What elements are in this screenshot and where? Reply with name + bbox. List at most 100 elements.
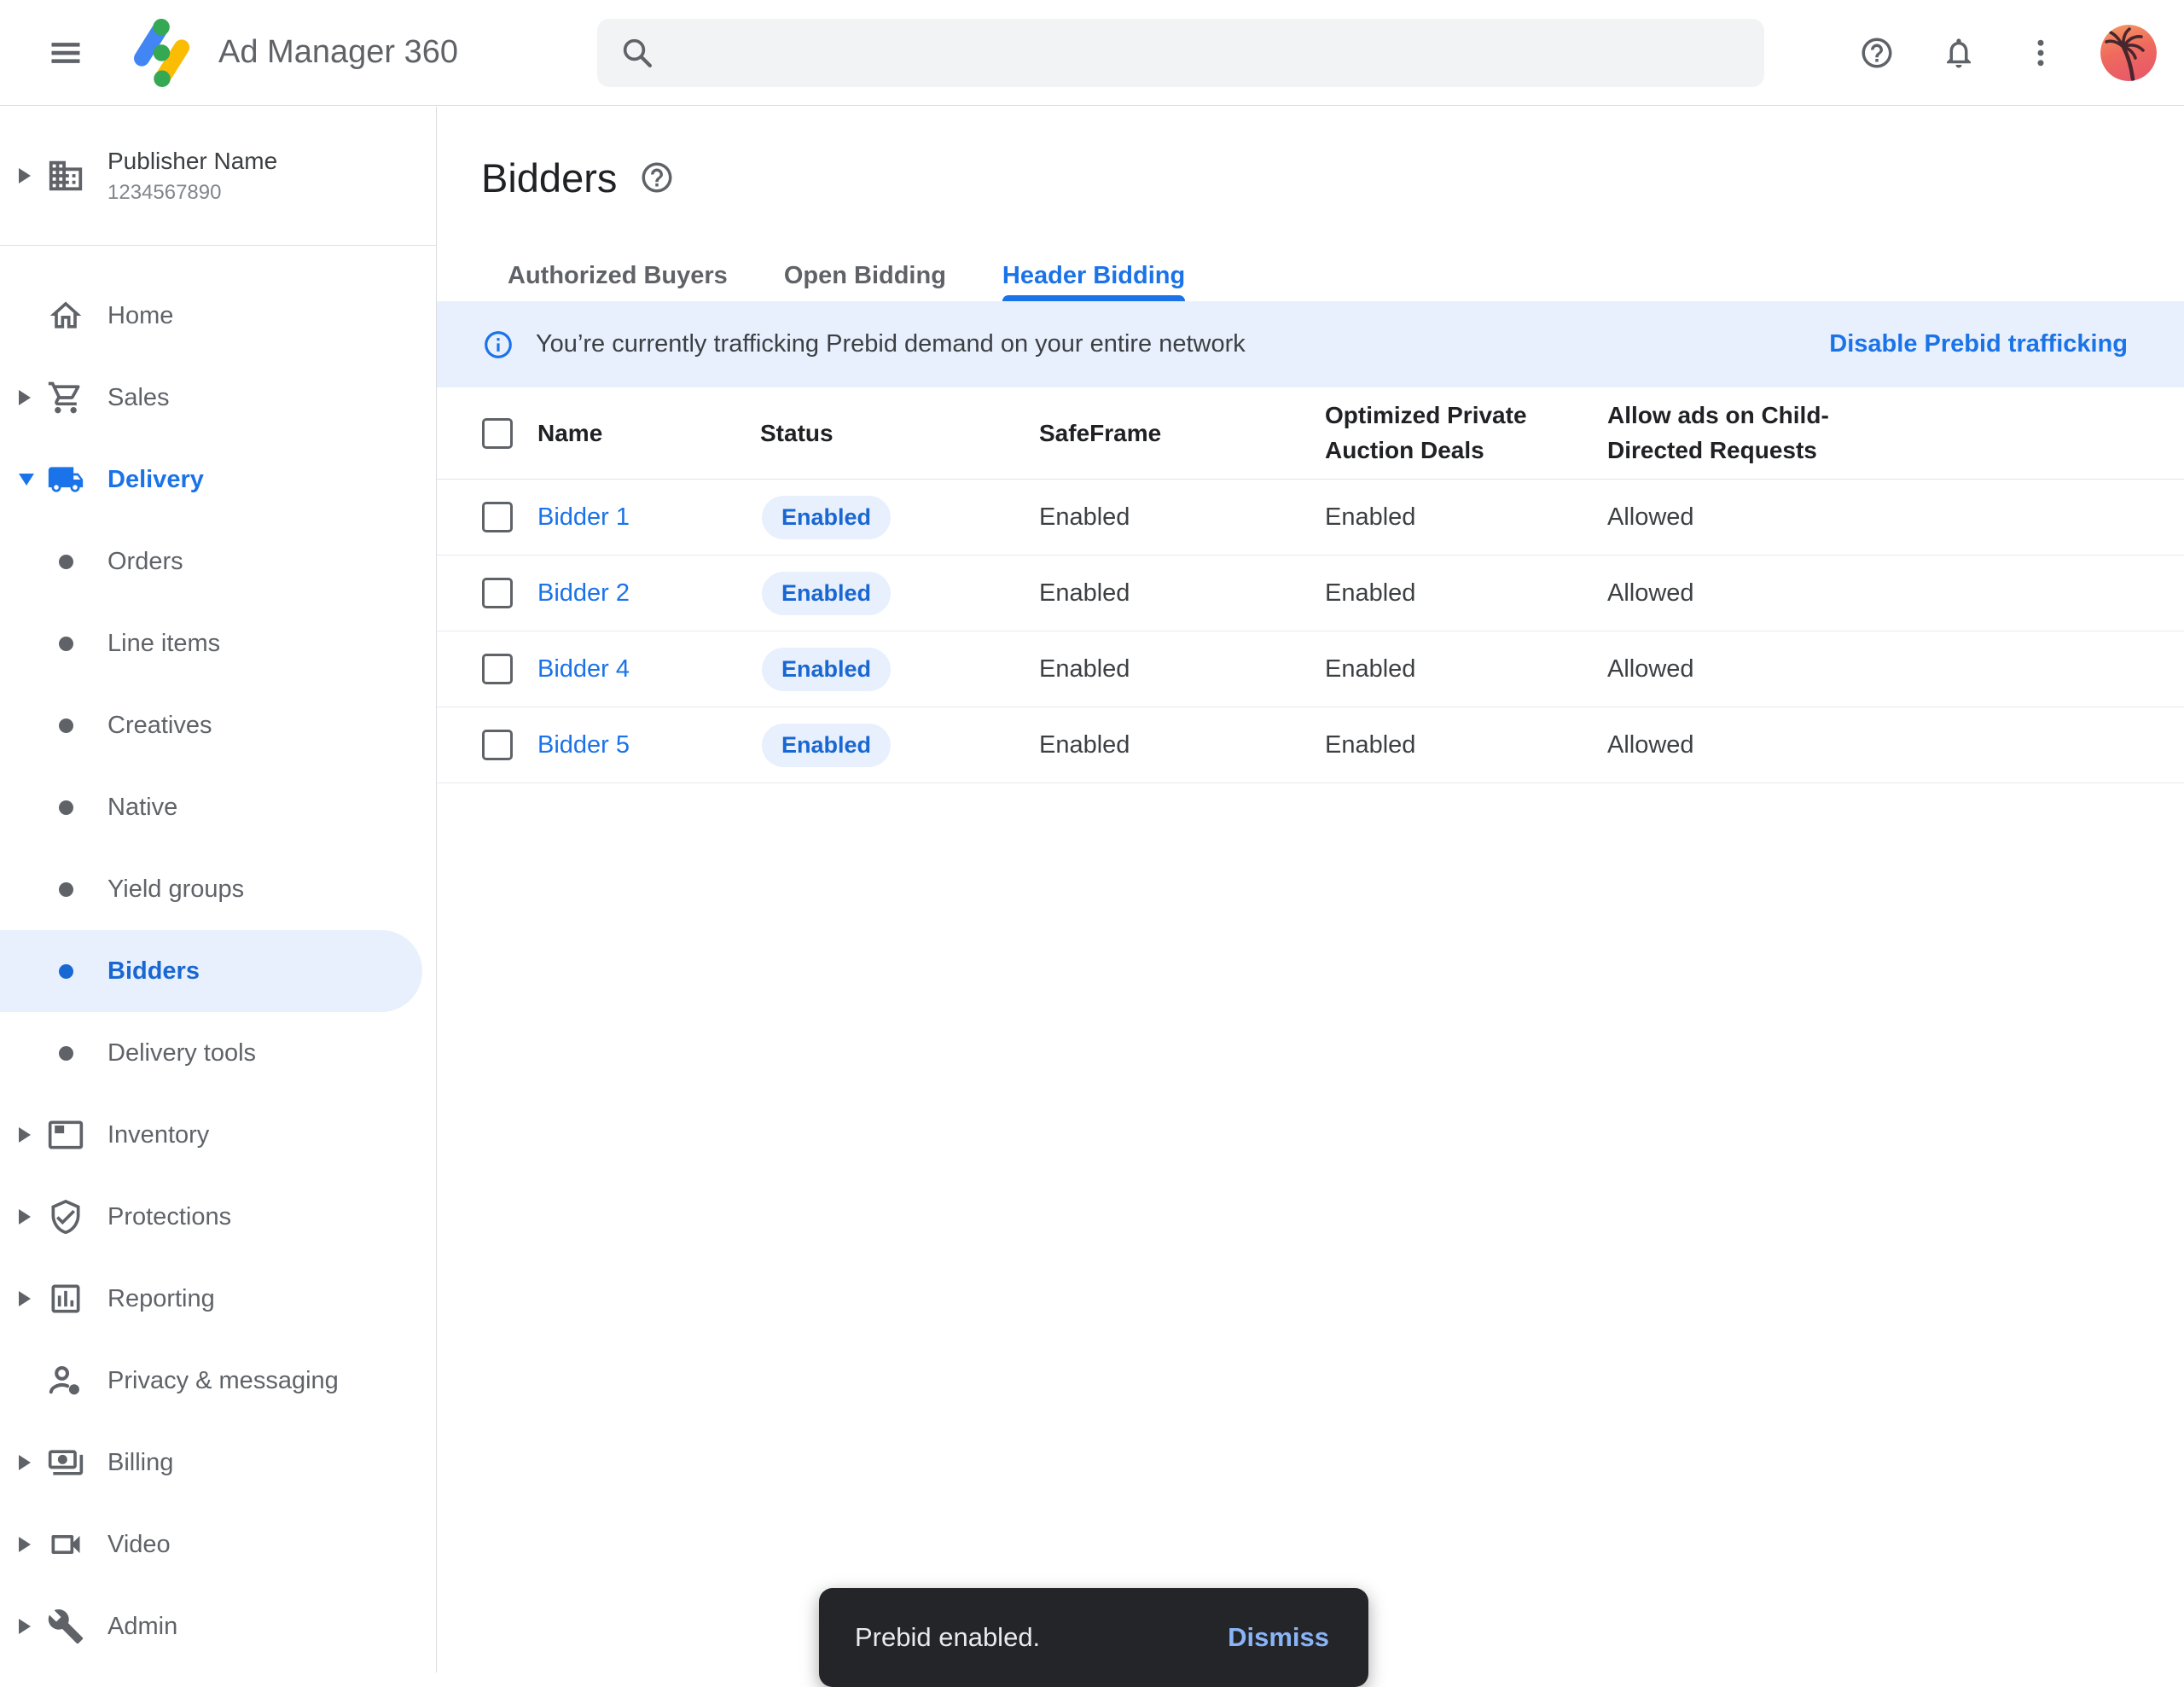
notifications-button[interactable] — [1940, 34, 1978, 72]
opad-value: Enabled — [1325, 731, 1607, 759]
sidebar-item-privacy-messaging[interactable]: Privacy & messaging — [0, 1340, 436, 1422]
column-header-opad: Optimized Private Auction Deals — [1325, 398, 1530, 468]
column-header-safeframe: SafeFrame — [1039, 420, 1325, 447]
billing-icon — [47, 1444, 84, 1481]
row-checkbox[interactable] — [482, 730, 513, 760]
info-banner: You’re currently trafficking Prebid dema… — [437, 301, 2184, 387]
topbar-actions — [1858, 0, 2157, 106]
chevron-right-icon — [19, 1291, 31, 1306]
opad-value: Enabled — [1325, 503, 1607, 532]
table-row: Bidder 1 Enabled Enabled Enabled Allowed — [437, 480, 2184, 556]
topbar: Ad Manager 360 — [0, 0, 2184, 106]
bidder-link[interactable]: Bidder 2 — [537, 579, 760, 608]
tab-bar: Authorized Buyers Open Bidding Header Bi… — [437, 251, 2184, 301]
column-header-child-directed: Allow ads on Child-Directed Requests — [1607, 398, 1876, 468]
bidder-link[interactable]: Bidder 4 — [537, 655, 760, 684]
dismiss-button[interactable]: Dismiss — [1228, 1622, 1329, 1653]
video-icon — [47, 1526, 84, 1563]
sidebar-item-line-items[interactable]: Line items — [0, 602, 436, 684]
ad-manager-logo[interactable] — [125, 15, 200, 90]
bullet-icon — [59, 882, 73, 897]
hamburger-menu-button[interactable] — [46, 34, 85, 72]
sidebar: Publisher Name 1234567890 Home Sales Del… — [0, 107, 437, 1672]
search-bar[interactable] — [597, 19, 1764, 87]
inventory-icon — [47, 1116, 84, 1154]
home-icon — [47, 297, 84, 334]
column-header-status: Status — [760, 420, 1039, 447]
sidebar-item-reporting[interactable]: Reporting — [0, 1258, 436, 1340]
safeframe-value: Enabled — [1039, 731, 1325, 759]
chevron-right-icon — [19, 1209, 31, 1225]
delivery-icon — [47, 461, 84, 498]
bullet-icon — [59, 718, 73, 733]
status-pill[interactable]: Enabled — [762, 724, 891, 767]
info-icon — [482, 329, 514, 361]
table-row: Bidder 4 Enabled Enabled Enabled Allowed — [437, 631, 2184, 707]
status-pill[interactable]: Enabled — [762, 648, 891, 691]
tab-header-bidding[interactable]: Header Bidding — [974, 251, 1213, 301]
sidebar-item-yield-groups[interactable]: Yield groups — [0, 848, 436, 930]
sidebar-item-bidders[interactable]: Bidders — [0, 930, 422, 1012]
chevron-right-icon — [19, 1455, 31, 1470]
tab-open-bidding[interactable]: Open Bidding — [756, 251, 974, 301]
row-checkbox[interactable] — [482, 654, 513, 684]
page-header: Bidders — [437, 107, 2184, 201]
search-input[interactable] — [674, 38, 1742, 67]
status-pill[interactable]: Enabled — [762, 496, 891, 539]
sidebar-item-inventory[interactable]: Inventory — [0, 1094, 436, 1176]
child-directed-value: Allowed — [1607, 503, 2184, 532]
sidebar-nav: Home Sales Delivery Orders Line items — [0, 246, 436, 1667]
product-name: Ad Manager 360 — [218, 34, 458, 71]
avatar[interactable] — [2100, 25, 2157, 81]
help-button[interactable] — [1858, 34, 1896, 72]
row-checkbox[interactable] — [482, 578, 513, 608]
search-icon — [619, 35, 655, 71]
sales-icon — [47, 379, 84, 416]
hamburger-icon — [46, 34, 85, 72]
column-header-name: Name — [537, 420, 760, 447]
bidder-link[interactable]: Bidder 5 — [537, 731, 760, 759]
bullet-icon — [59, 800, 73, 815]
child-directed-value: Allowed — [1607, 731, 2184, 759]
sidebar-item-orders[interactable]: Orders — [0, 521, 436, 602]
disable-prebid-trafficking-link[interactable]: Disable Prebid trafficking — [1829, 330, 2128, 358]
child-directed-value: Allowed — [1607, 655, 2184, 684]
main-content: Bidders Authorized Buyers Open Bidding H… — [437, 107, 2184, 1672]
bullet-icon — [59, 964, 73, 979]
sidebar-item-sales[interactable]: Sales — [0, 357, 436, 439]
sidebar-item-home[interactable]: Home — [0, 275, 436, 357]
table-row: Bidder 5 Enabled Enabled Enabled Allowed — [437, 707, 2184, 783]
chevron-right-icon — [19, 1127, 31, 1143]
help-icon — [1859, 35, 1895, 71]
tab-authorized-buyers[interactable]: Authorized Buyers — [479, 251, 756, 301]
chevron-right-icon — [19, 168, 31, 183]
safeframe-value: Enabled — [1039, 655, 1325, 684]
privacy-icon — [47, 1362, 84, 1399]
page-help-icon[interactable] — [639, 160, 675, 195]
safeframe-value: Enabled — [1039, 503, 1325, 532]
sidebar-item-billing[interactable]: Billing — [0, 1422, 436, 1504]
chevron-right-icon — [19, 1619, 31, 1634]
sidebar-item-delivery-tools[interactable]: Delivery tools — [0, 1012, 436, 1094]
bidders-table: Name Status SafeFrame Optimized Private … — [437, 387, 2184, 783]
snackbar-message: Prebid enabled. — [855, 1622, 1040, 1653]
select-all-checkbox[interactable] — [482, 418, 513, 449]
publisher-switcher[interactable]: Publisher Name 1234567890 — [0, 107, 436, 246]
sidebar-item-native[interactable]: Native — [0, 766, 436, 848]
avatar-palm-image — [2100, 25, 2157, 81]
more-options-button[interactable] — [2022, 34, 2059, 72]
sidebar-item-protections[interactable]: Protections — [0, 1176, 436, 1258]
ad-manager-logo-icon — [125, 15, 200, 90]
status-pill[interactable]: Enabled — [762, 572, 891, 615]
sidebar-item-creatives[interactable]: Creatives — [0, 684, 436, 766]
row-checkbox[interactable] — [482, 502, 513, 532]
bidder-link[interactable]: Bidder 1 — [537, 503, 760, 532]
sidebar-item-delivery[interactable]: Delivery — [0, 439, 436, 521]
sidebar-item-admin[interactable]: Admin — [0, 1585, 436, 1667]
publisher-id: 1234567890 — [107, 181, 277, 205]
chevron-right-icon — [19, 390, 31, 405]
opad-value: Enabled — [1325, 579, 1607, 608]
opad-value: Enabled — [1325, 655, 1607, 684]
sidebar-item-video[interactable]: Video — [0, 1504, 436, 1585]
bullet-icon — [59, 555, 73, 569]
